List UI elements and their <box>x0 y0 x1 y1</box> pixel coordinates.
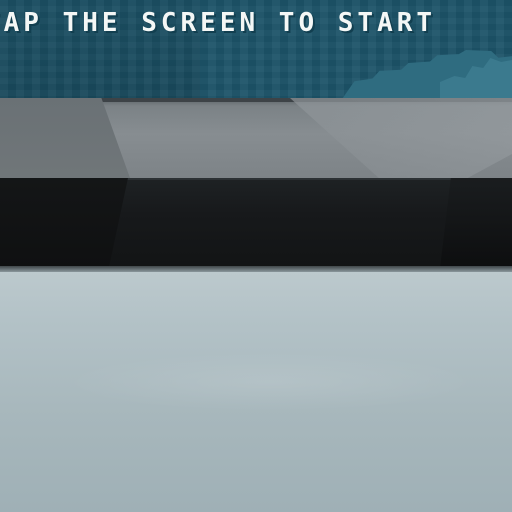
bezel-facet-right <box>290 98 512 178</box>
start-prompt-text[interactable]: TAP THE SCREEN TO START <box>0 7 436 39</box>
device-bezel-upper <box>0 98 512 178</box>
bezel-dark-edge-left <box>0 178 128 268</box>
table-surface <box>0 272 512 512</box>
device-bezel-dark-band <box>0 178 512 268</box>
surface-reflection <box>60 352 480 412</box>
bezel-dark-edge-right <box>440 178 512 268</box>
game-screen[interactable]: TAP THE SCREEN TO START <box>0 0 512 98</box>
game-scene: TAP THE SCREEN TO START <box>0 0 512 512</box>
bezel-facet-left <box>0 98 130 178</box>
